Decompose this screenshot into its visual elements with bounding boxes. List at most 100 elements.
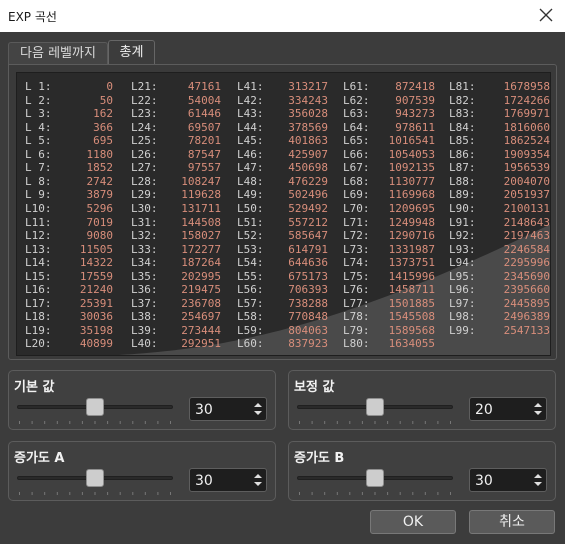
- exp-value: 770848: [288, 310, 328, 324]
- level-label: L55:: [237, 269, 264, 283]
- exp-value: 1501885: [388, 296, 435, 310]
- level-label: L82:: [449, 93, 476, 107]
- exp-value: 2100131: [503, 201, 550, 215]
- level-label: L 6:: [25, 147, 52, 161]
- level-label: L67:: [343, 161, 370, 175]
- slider-handle[interactable]: [86, 398, 104, 416]
- exp-value: 1678958: [503, 80, 550, 93]
- level-label: L90:: [449, 201, 476, 215]
- level-label: L88:: [449, 174, 476, 188]
- exp-value: 2295996: [503, 256, 550, 270]
- increase-a-slider[interactable]: [17, 469, 173, 495]
- exp-value: 2395660: [503, 283, 550, 297]
- exp-value: 837923: [288, 337, 328, 351]
- exp-value: 644636: [288, 256, 328, 270]
- level-label: L45:: [237, 134, 264, 148]
- level-label: L24:: [131, 120, 158, 134]
- level-label: L47:: [237, 161, 264, 175]
- level-label: L43:: [237, 107, 264, 121]
- correction-value-title: 보정 값: [294, 380, 335, 395]
- exp-value: 54004: [187, 93, 221, 107]
- exp-value: 529492: [288, 201, 328, 215]
- level-label: L87:: [449, 161, 476, 175]
- spin-arrows-icon[interactable]: [533, 401, 543, 417]
- exp-value: 1180: [86, 147, 114, 161]
- level-label: L 3:: [25, 107, 52, 121]
- spin-arrows-icon[interactable]: [533, 472, 543, 488]
- exp-value: 78201: [187, 134, 221, 148]
- exp-value: 356028: [288, 107, 328, 121]
- exp-value: 2496389: [503, 310, 550, 324]
- level-label: L23:: [131, 107, 158, 121]
- correction-value-input[interactable]: 20: [475, 402, 493, 418]
- correction-value-slider[interactable]: [297, 398, 453, 424]
- ok-button[interactable]: OK: [370, 510, 456, 534]
- exp-value: 1545508: [388, 310, 435, 324]
- exp-value: 97557: [187, 161, 221, 175]
- spin-arrows-icon[interactable]: [253, 472, 263, 488]
- close-icon[interactable]: [537, 6, 555, 24]
- table-row: L 9: 3879 L29: 119628 L49: 502496 L69: 1169968 L…: [17, 188, 550, 202]
- increase-b-slider[interactable]: [297, 469, 453, 495]
- cancel-button[interactable]: 취소: [469, 510, 555, 534]
- level-label: L85:: [449, 134, 476, 148]
- slider-ticks: [19, 421, 171, 424]
- slider-handle[interactable]: [366, 398, 384, 416]
- correction-value-spinbox[interactable]: 20: [469, 397, 547, 421]
- level-label: L10:: [25, 201, 52, 215]
- level-label: L27:: [131, 161, 158, 175]
- table-row: L10: 5296 L30: 131711 L50: 529492 L70: 1209695 L…: [17, 201, 550, 215]
- level-label: L81:: [449, 80, 476, 93]
- increase-b-group: 증가도 B 30: [288, 441, 556, 501]
- base-value-spinbox[interactable]: 30: [189, 397, 267, 421]
- increase-a-spinbox[interactable]: 30: [189, 468, 267, 492]
- level-label: L 2:: [25, 93, 52, 107]
- slider-ticks: [19, 492, 171, 495]
- exp-value: 1956539: [503, 161, 550, 175]
- level-label: L51:: [237, 215, 264, 229]
- level-label: L14:: [25, 256, 52, 270]
- spin-arrows-icon[interactable]: [253, 401, 263, 417]
- exp-value: 3879: [86, 188, 114, 202]
- level-label: L58:: [237, 310, 264, 324]
- base-value-slider[interactable]: [17, 398, 173, 424]
- window-title: EXP 곡선: [8, 10, 57, 24]
- increase-a-input[interactable]: 30: [195, 473, 213, 489]
- level-label: L18:: [25, 310, 52, 324]
- exp-value: 2742: [86, 174, 114, 188]
- level-label: L63:: [343, 107, 370, 121]
- exp-value: 1290716: [388, 229, 435, 243]
- exp-value: 872418: [395, 80, 435, 93]
- level-label: L79:: [343, 323, 370, 337]
- level-label: L20:: [25, 337, 52, 351]
- exp-value: 1130777: [388, 174, 435, 188]
- level-label: L29:: [131, 188, 158, 202]
- slider-handle[interactable]: [86, 469, 104, 487]
- exp-value: 7019: [86, 215, 114, 229]
- tab-total[interactable]: 총계: [108, 40, 155, 65]
- exp-value: 1415996: [388, 269, 435, 283]
- tab-to-next-level[interactable]: 다음 레벨까지: [8, 42, 108, 65]
- table-row: L 6: 1180 L26: 87547 L46: 425907 L66: 1054053 L8…: [17, 147, 550, 161]
- slider-handle[interactable]: [366, 469, 384, 487]
- level-label: L 1:: [25, 80, 52, 93]
- exp-table: L 1: 0 L21: 47161 L41: 313217 L61: 872418 L81: 16…: [16, 72, 551, 356]
- level-label: L30:: [131, 201, 158, 215]
- exp-value: 557212: [288, 215, 328, 229]
- level-label: L39:: [131, 323, 158, 337]
- level-label: L57:: [237, 296, 264, 310]
- increase-b-input[interactable]: 30: [475, 473, 493, 489]
- exp-value: 675173: [288, 269, 328, 283]
- level-label: L80:: [343, 337, 370, 351]
- exp-value: 61446: [187, 107, 221, 121]
- exp-value: 119628: [181, 188, 221, 202]
- level-label: L65:: [343, 134, 370, 148]
- level-label: L13:: [25, 242, 52, 256]
- level-label: L44:: [237, 120, 264, 134]
- table-row: L14: 14322 L34: 187264 L54: 644636 L74: 1373751…: [17, 256, 550, 270]
- base-value-input[interactable]: 30: [195, 402, 213, 418]
- exp-value: 11505: [79, 242, 113, 256]
- exp-value: 47161: [187, 80, 221, 93]
- increase-b-spinbox[interactable]: 30: [469, 468, 547, 492]
- exp-value: 1092135: [388, 161, 435, 175]
